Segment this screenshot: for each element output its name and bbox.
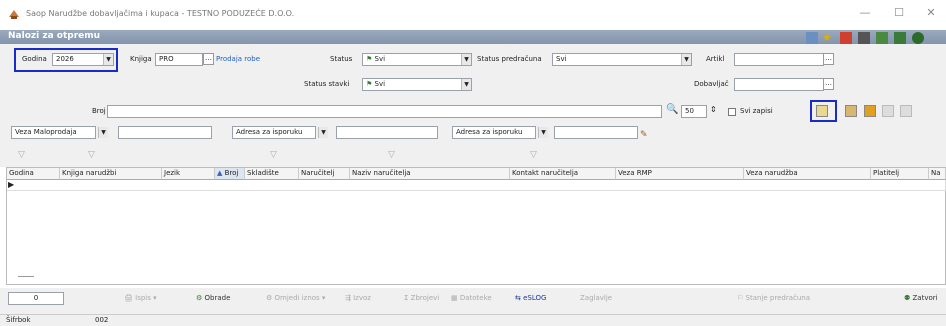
izvoz-button[interactable]: ⇶ Izvoz bbox=[345, 294, 371, 302]
status-left: Šifrbok bbox=[6, 316, 31, 324]
zbrojevi-button[interactable]: Σ Zbrojevi bbox=[404, 294, 439, 302]
status-bar bbox=[0, 314, 946, 326]
column-header-jezik[interactable]: Jezik bbox=[162, 168, 215, 180]
status-stavki-label: Status stavki bbox=[304, 80, 350, 88]
artikl-field[interactable] bbox=[734, 53, 824, 66]
broj-input[interactable] bbox=[107, 105, 662, 118]
status-select[interactable]: ⚑ Svi bbox=[362, 53, 472, 66]
copy-document-icon[interactable] bbox=[864, 105, 876, 117]
column-header-naziv-narucitelja[interactable]: Naziv naručitelja bbox=[350, 168, 510, 180]
zaglavlje-button[interactable]: Zaglavlje bbox=[580, 294, 612, 302]
status-code: 002 bbox=[95, 316, 109, 324]
knjiga-link[interactable]: Prodaja robe bbox=[216, 55, 260, 63]
column-header-kontakt-narucitelja[interactable]: Kontakt naručitelja bbox=[510, 168, 616, 180]
minimize-button[interactable]: — bbox=[856, 6, 874, 19]
filter-icon[interactable]: ▽ bbox=[18, 150, 25, 160]
adresa-select-1[interactable]: Adresa za isporuku bbox=[232, 126, 316, 139]
panel-header bbox=[0, 30, 946, 44]
status-predracuna-label: Status predračuna bbox=[477, 55, 542, 63]
knjiga-lookup-button[interactable]: … bbox=[203, 53, 214, 65]
chevron-down-icon[interactable]: ▼ bbox=[461, 79, 471, 90]
eslog-button[interactable]: ⇆ eSLOG bbox=[515, 294, 546, 302]
svi-zapisi-checkbox[interactable] bbox=[728, 108, 736, 116]
table-row[interactable] bbox=[7, 180, 946, 191]
knjiga-field[interactable]: PRO bbox=[155, 53, 203, 66]
new-document-icon[interactable] bbox=[816, 105, 828, 117]
filter-icon[interactable]: ▽ bbox=[270, 150, 277, 160]
close-button[interactable]: ✕ bbox=[922, 6, 940, 19]
filter-icon[interactable]: ▽ bbox=[88, 150, 95, 160]
star-icon[interactable]: ★ bbox=[822, 32, 834, 44]
column-header-na[interactable]: Na bbox=[929, 168, 946, 180]
ispis-button[interactable]: 🖨 Ispis ▾ bbox=[124, 294, 157, 302]
print-icon[interactable] bbox=[858, 32, 870, 44]
column-header-knjiga[interactable]: Knjiga narudžbi bbox=[60, 168, 162, 180]
obrade-button[interactable]: ⚙ Obrade bbox=[196, 294, 230, 302]
broj-label: Broj bbox=[92, 107, 106, 115]
edit-document-icon[interactable] bbox=[845, 105, 857, 117]
dobavljac-lookup-button[interactable]: … bbox=[823, 78, 834, 90]
record-count: 0 bbox=[8, 292, 64, 305]
chevron-down-icon[interactable]: ▼ bbox=[538, 127, 548, 138]
status-stavki-select[interactable]: ⚑ Svi bbox=[362, 78, 472, 91]
omjedi-button[interactable]: ⚙ Omjedi iznos ▾ bbox=[266, 294, 325, 302]
svi-zapisi-label: Svi zapisi bbox=[740, 107, 773, 115]
adresa-input-1[interactable] bbox=[336, 126, 438, 139]
column-header-narucitelj[interactable]: Naručitelj bbox=[299, 168, 350, 180]
zatvori-button[interactable]: ⚉ Zatvori bbox=[904, 294, 938, 302]
chevron-down-icon[interactable]: ▼ bbox=[318, 127, 328, 138]
filter-icon[interactable]: ▽ bbox=[388, 150, 395, 160]
separator bbox=[18, 276, 34, 277]
users2-icon[interactable] bbox=[894, 32, 906, 44]
dobavljac-label: Dobavljač bbox=[694, 80, 729, 88]
column-header-platitelj[interactable]: Platitelj bbox=[871, 168, 929, 180]
delete-document-icon[interactable] bbox=[882, 105, 894, 117]
artikl-label: Artikl bbox=[706, 55, 725, 63]
dobavljac-field[interactable] bbox=[734, 78, 824, 91]
column-header-broj[interactable]: ▲ Broj bbox=[215, 168, 245, 180]
app-icon bbox=[9, 10, 19, 19]
users-icon[interactable] bbox=[876, 32, 888, 44]
column-header-skladiste[interactable]: Skladište bbox=[245, 168, 299, 180]
chevron-down-icon[interactable]: ▼ bbox=[461, 54, 471, 65]
pencil-icon[interactable]: ✎ bbox=[640, 130, 648, 140]
filter-icon[interactable]: ▽ bbox=[530, 150, 537, 160]
chevron-down-icon[interactable]: ▼ bbox=[681, 54, 691, 65]
grid-icon[interactable] bbox=[806, 32, 818, 44]
orders-grid[interactable]: Godina Knjiga narudžbi Jezik ▲ Broj Skla… bbox=[6, 167, 946, 285]
window-title: Saop Narudžbe dobavljačima i kupaca - TE… bbox=[26, 9, 295, 18]
archive-document-icon[interactable] bbox=[900, 105, 912, 117]
veza-maloprodaja-select[interactable]: Veza Maloprodaja bbox=[11, 126, 96, 139]
stanje-predracuna-button[interactable]: ⚐ Stanje predračuna bbox=[737, 294, 810, 302]
status-label: Status bbox=[330, 55, 353, 63]
search-icon[interactable]: 🔍 bbox=[666, 104, 678, 115]
veza-maloprodaja-input[interactable] bbox=[118, 126, 212, 139]
limit-field[interactable]: 50 bbox=[681, 105, 707, 118]
column-header-godina[interactable]: Godina bbox=[7, 168, 60, 180]
artikl-lookup-button[interactable]: … bbox=[823, 53, 834, 65]
godina-label: Godina bbox=[22, 55, 47, 63]
status-predracuna-select[interactable]: Svi bbox=[552, 53, 692, 66]
settings-icon[interactable] bbox=[912, 32, 924, 44]
datoteke-button[interactable]: ▦ Datoteke bbox=[451, 294, 492, 302]
adresa-select-2[interactable]: Adresa za isporuku bbox=[452, 126, 536, 139]
pdf-icon[interactable] bbox=[840, 32, 852, 44]
knjiga-label: Knjiga bbox=[130, 55, 152, 63]
chevron-down-icon[interactable]: ▼ bbox=[98, 127, 108, 138]
column-header-veza-narudzba[interactable]: Veza narudžba bbox=[744, 168, 871, 180]
panel-title: Nalozi za otpremu bbox=[8, 31, 101, 41]
limit-stepper[interactable]: ⇕ bbox=[710, 105, 717, 114]
chevron-down-icon[interactable]: ▼ bbox=[103, 54, 113, 65]
adresa-input-2[interactable] bbox=[554, 126, 638, 139]
column-header-veza-rmp[interactable]: Veza RMP bbox=[616, 168, 744, 180]
maximize-button[interactable]: ☐ bbox=[890, 6, 908, 19]
